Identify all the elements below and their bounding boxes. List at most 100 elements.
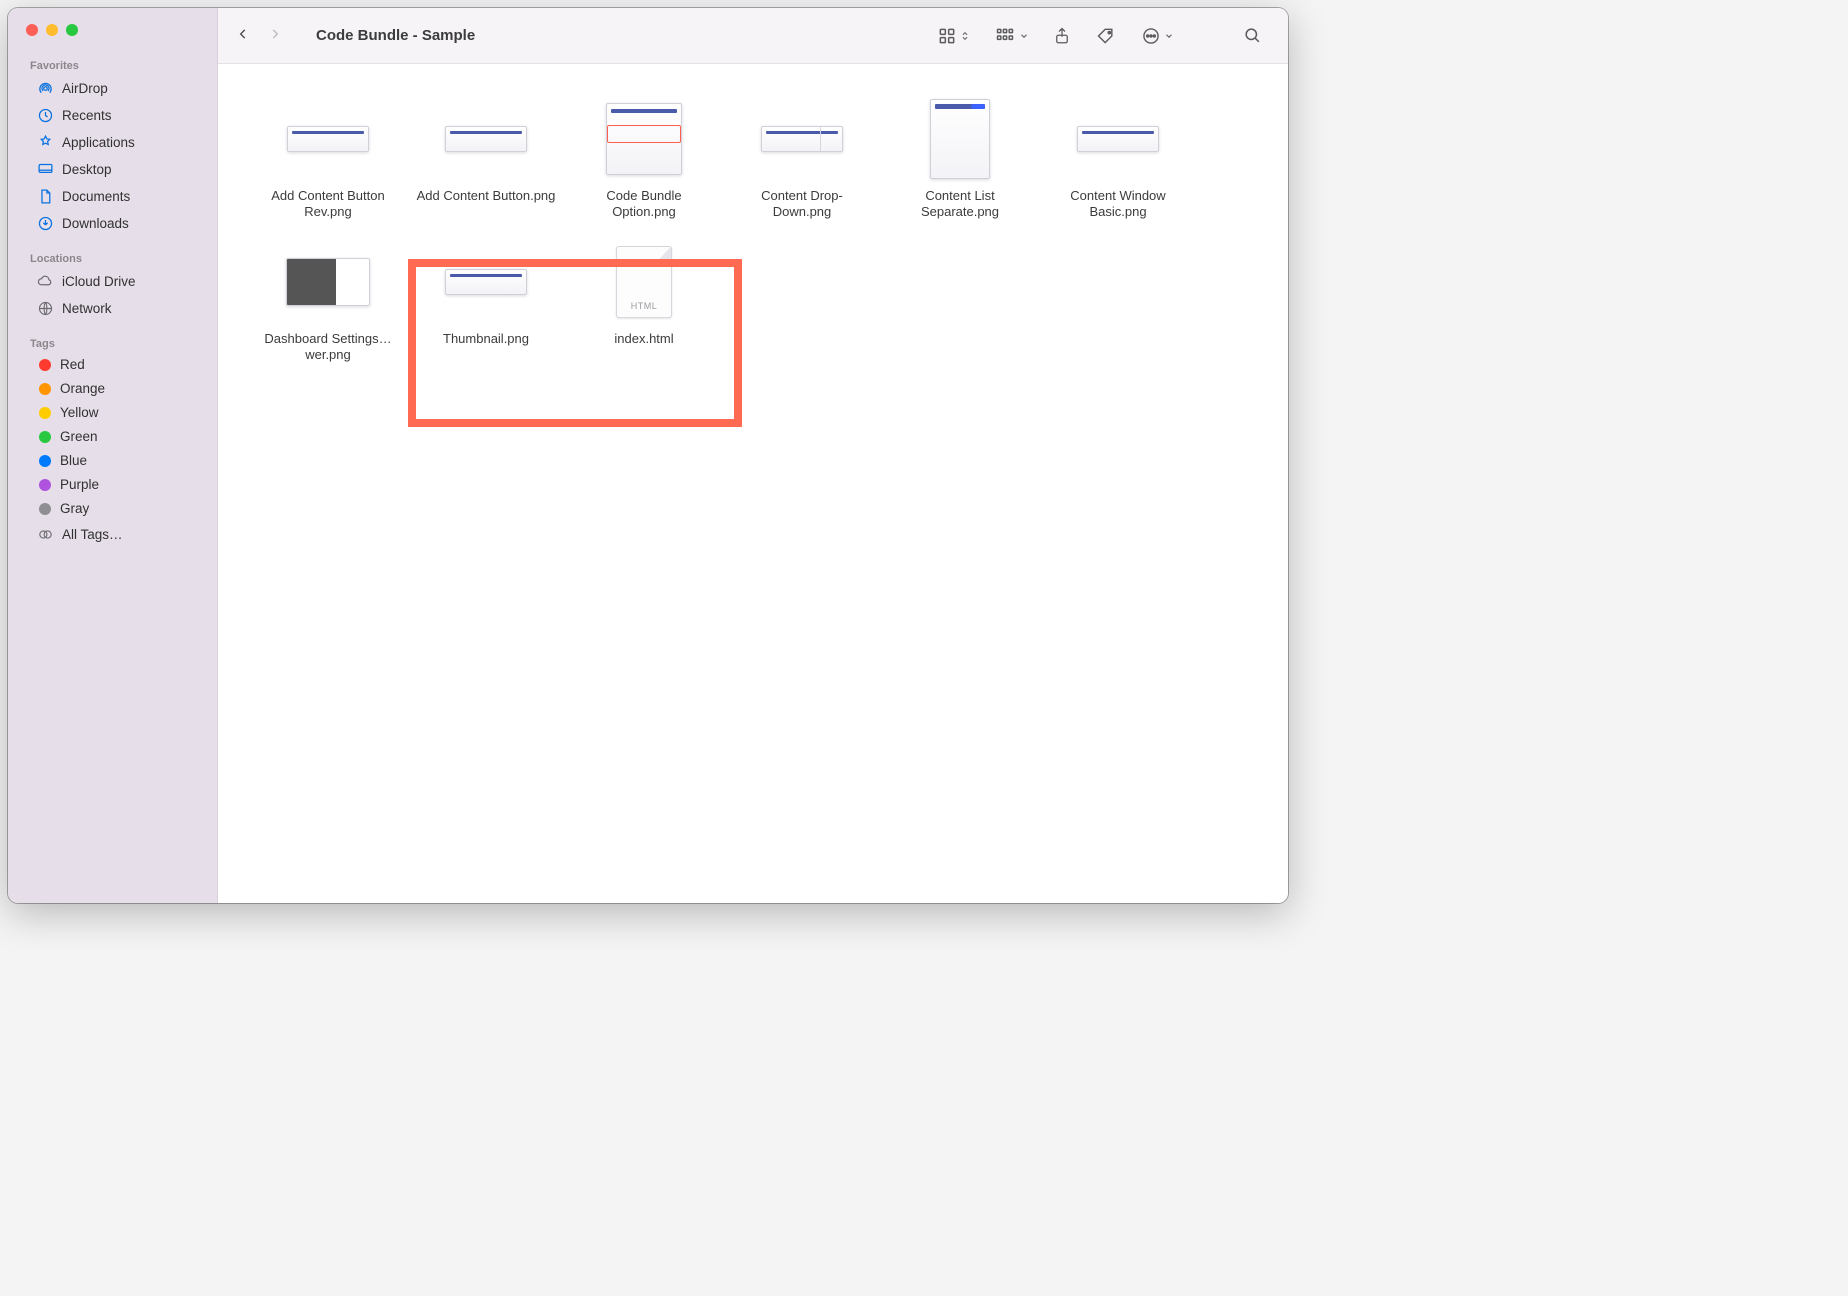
back-button[interactable] — [236, 25, 250, 46]
sidebar-item-tag-green[interactable]: Green — [14, 425, 211, 448]
sidebar-item-label: iCloud Drive — [62, 274, 136, 289]
airdrop-icon — [36, 79, 54, 97]
sidebar-item-tag-purple[interactable]: Purple — [14, 473, 211, 496]
document-icon — [36, 187, 54, 205]
sidebar-item-all-tags[interactable]: All Tags… — [14, 521, 211, 547]
file-item[interactable]: HTML index.html — [568, 225, 720, 364]
sidebar-item-label: AirDrop — [62, 81, 108, 96]
tag-gray-icon — [39, 503, 51, 515]
file-thumbnail — [282, 237, 374, 327]
zoom-icon[interactable] — [66, 24, 78, 36]
file-label: Add Content Button Rev.png — [258, 184, 398, 221]
all-tags-icon — [36, 525, 54, 543]
toolbar: Code Bundle - Sample — [218, 8, 1288, 64]
file-thumbnail — [598, 94, 690, 184]
sidebar-item-label: Desktop — [62, 162, 112, 177]
sidebar-item-label: Recents — [62, 108, 112, 123]
nav-arrows — [228, 25, 294, 46]
file-item[interactable]: Dashboard Settings…wer.png — [252, 225, 404, 364]
search-button[interactable] — [1234, 20, 1270, 52]
sidebar-item-applications[interactable]: Applications — [14, 129, 211, 155]
sidebar-item-tag-red[interactable]: Red — [14, 353, 211, 376]
sidebar-item-network[interactable]: Network — [14, 295, 211, 321]
cloud-icon — [36, 272, 54, 290]
file-label: Content Drop-Down.png — [732, 184, 872, 221]
content-area[interactable]: Add Content Button Rev.png Add Content B… — [218, 64, 1288, 903]
sidebar-item-label: Yellow — [60, 405, 99, 420]
view-mode-button[interactable] — [928, 20, 978, 52]
desktop-icon — [36, 160, 54, 178]
file-item[interactable]: Add Content Button.png — [410, 82, 562, 221]
file-label: Dashboard Settings…wer.png — [258, 327, 398, 364]
sidebar-item-label: Purple — [60, 477, 99, 492]
tag-green-icon — [39, 431, 51, 443]
sidebar-item-tag-blue[interactable]: Blue — [14, 449, 211, 472]
file-thumbnail — [756, 94, 848, 184]
sidebar-item-label: Network — [62, 301, 112, 316]
sidebar-item-label: All Tags… — [62, 527, 123, 542]
sidebar-item-tag-gray[interactable]: Gray — [14, 497, 211, 520]
file-thumbnail — [440, 237, 532, 327]
globe-icon — [36, 299, 54, 317]
file-item[interactable]: Add Content Button Rev.png — [252, 82, 404, 221]
tag-red-icon — [39, 359, 51, 371]
file-label: Thumbnail.png — [443, 327, 529, 347]
sidebar-section-locations: Locations iCloud Drive Network — [8, 249, 217, 322]
share-button[interactable] — [1044, 20, 1080, 52]
tag-blue-icon — [39, 455, 51, 467]
icon-grid: Add Content Button Rev.png Add Content B… — [252, 82, 1270, 367]
file-item[interactable]: Thumbnail.png — [410, 225, 562, 364]
sidebar-section-header: Locations — [8, 249, 217, 267]
sidebar-item-label: Orange — [60, 381, 105, 396]
file-label: Code Bundle Option.png — [574, 184, 714, 221]
sidebar-item-tag-orange[interactable]: Orange — [14, 377, 211, 400]
sidebar-item-recents[interactable]: Recents — [14, 102, 211, 128]
tag-orange-icon — [39, 383, 51, 395]
sidebar-item-label: Downloads — [62, 216, 129, 231]
sidebar-item-label: Green — [60, 429, 98, 444]
sidebar-section-favorites: Favorites AirDrop Recents Applications — [8, 56, 217, 237]
sidebar-item-airdrop[interactable]: AirDrop — [14, 75, 211, 101]
sidebar-item-label: Documents — [62, 189, 130, 204]
clock-icon — [36, 106, 54, 124]
window-controls — [8, 20, 217, 56]
applications-icon — [36, 133, 54, 151]
file-thumbnail — [282, 94, 374, 184]
file-label: index.html — [614, 327, 673, 347]
file-item[interactable]: Content Drop-Down.png — [726, 82, 878, 221]
sidebar-item-documents[interactable]: Documents — [14, 183, 211, 209]
forward-button[interactable] — [268, 25, 282, 46]
download-icon — [36, 214, 54, 232]
group-by-button[interactable] — [986, 20, 1036, 52]
tag-purple-icon — [39, 479, 51, 491]
tags-button[interactable] — [1088, 20, 1124, 52]
sidebar-section-tags: Tags Red Orange Yellow Green Blue Purple… — [8, 334, 217, 548]
file-label: Content List Separate.png — [890, 184, 1030, 221]
file-thumbnail: HTML — [598, 237, 690, 327]
file-thumbnail — [914, 94, 1006, 184]
sidebar-item-label: Gray — [60, 501, 89, 516]
file-item[interactable]: Content Window Basic.png — [1042, 82, 1194, 221]
file-thumbnail — [440, 94, 532, 184]
finder-window: Favorites AirDrop Recents Applications — [8, 8, 1288, 903]
close-icon[interactable] — [26, 24, 38, 36]
file-item[interactable]: Content List Separate.png — [884, 82, 1036, 221]
tag-yellow-icon — [39, 407, 51, 419]
file-label: Content Window Basic.png — [1048, 184, 1188, 221]
sidebar-section-header: Favorites — [8, 56, 217, 74]
file-thumbnail — [1072, 94, 1164, 184]
actions-button[interactable] — [1132, 20, 1182, 52]
minimize-icon[interactable] — [46, 24, 58, 36]
main-pane: Code Bundle - Sample — [218, 8, 1288, 903]
file-label: Add Content Button.png — [417, 184, 556, 204]
file-item[interactable]: Code Bundle Option.png — [568, 82, 720, 221]
sidebar-item-label: Applications — [62, 135, 135, 150]
sidebar-item-icloud[interactable]: iCloud Drive — [14, 268, 211, 294]
html-file-icon: HTML — [616, 246, 672, 318]
sidebar-item-tag-yellow[interactable]: Yellow — [14, 401, 211, 424]
sidebar-item-desktop[interactable]: Desktop — [14, 156, 211, 182]
sidebar-item-label: Red — [60, 357, 85, 372]
sidebar-section-header: Tags — [8, 334, 217, 352]
sidebar-item-downloads[interactable]: Downloads — [14, 210, 211, 236]
sidebar-item-label: Blue — [60, 453, 87, 468]
